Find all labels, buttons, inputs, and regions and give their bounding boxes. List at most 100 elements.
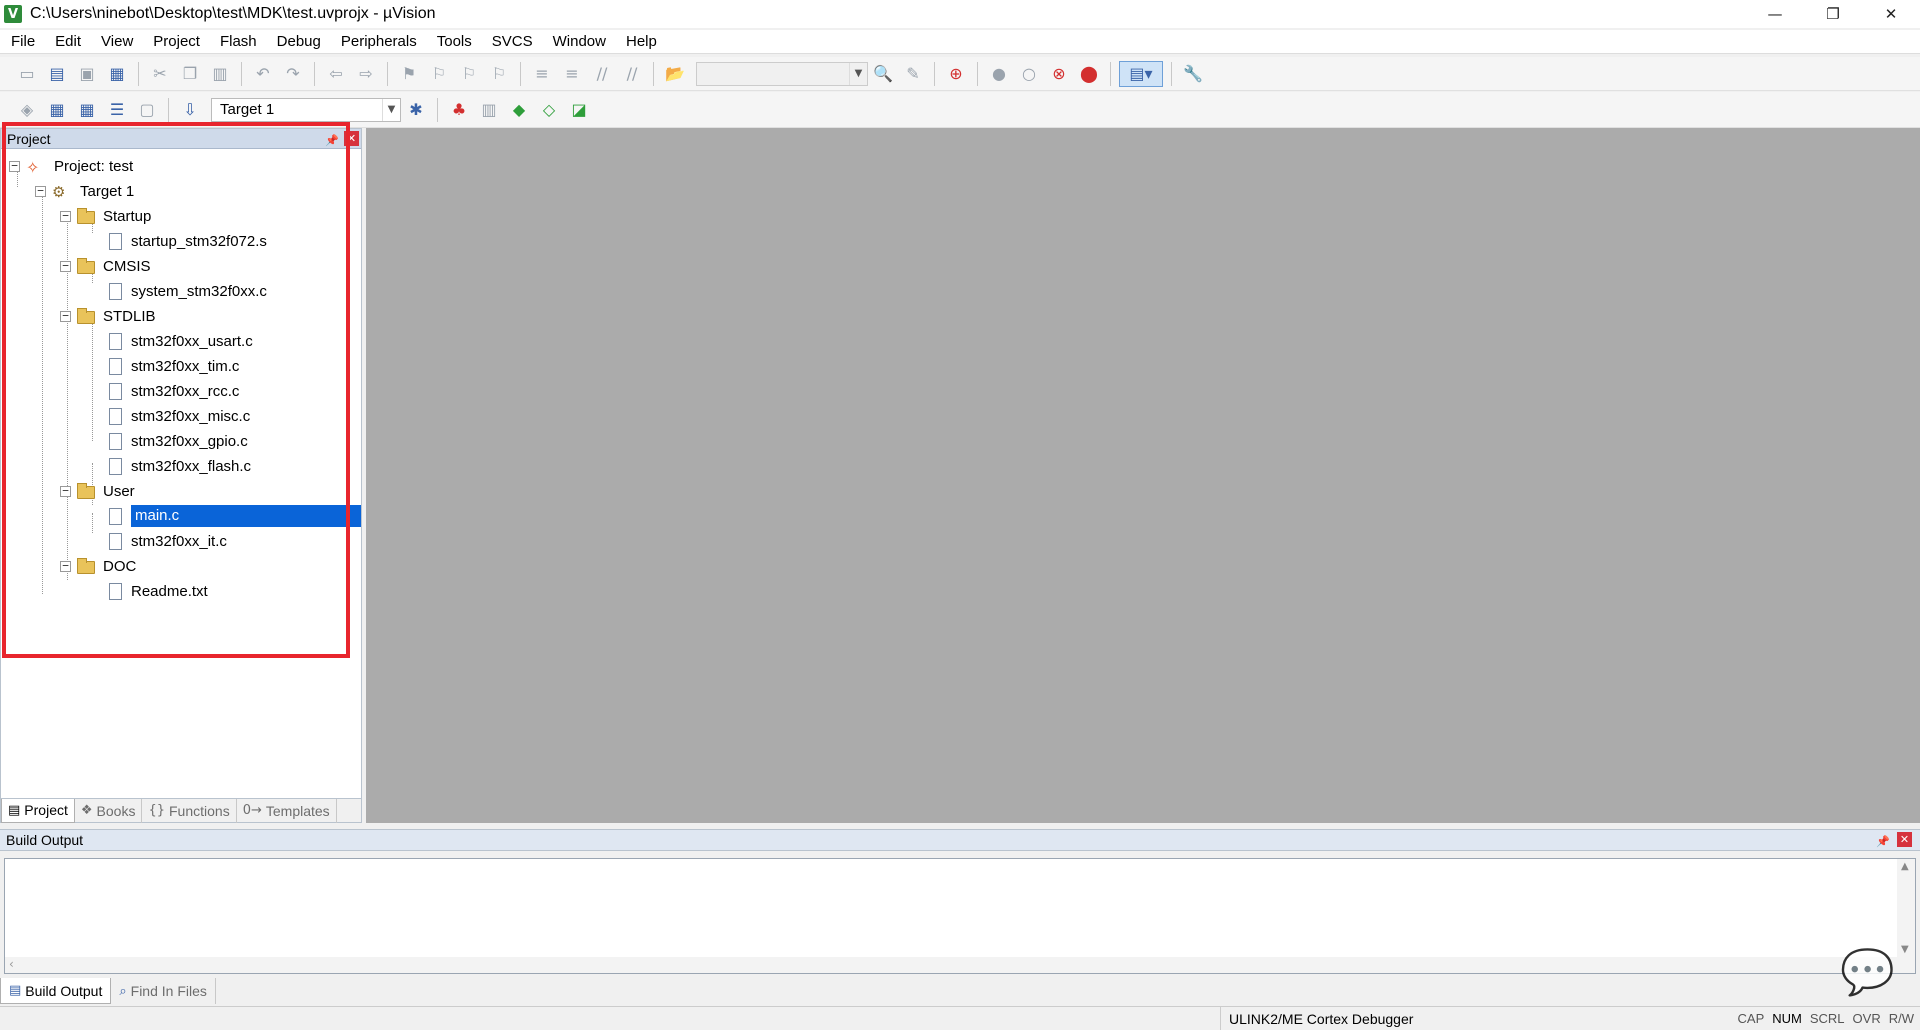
- new-file-icon[interactable]: ▭: [14, 61, 40, 87]
- unindent-icon[interactable]: ≡: [559, 61, 585, 87]
- collapse-icon[interactable]: −: [60, 560, 71, 572]
- find-in-files-icon[interactable]: 📂: [662, 61, 688, 87]
- menu-tools[interactable]: Tools: [426, 30, 481, 54]
- debug-session-icon[interactable]: ⊕: [943, 61, 969, 87]
- find-icon[interactable]: 🔍: [870, 61, 896, 87]
- batch-build-icon[interactable]: ☰: [104, 97, 130, 123]
- chevron-down-icon[interactable]: ▼: [849, 62, 867, 85]
- menu-view[interactable]: View: [90, 30, 142, 54]
- indent-icon[interactable]: ≡: [529, 61, 555, 87]
- uvision-app-icon[interactable]: V: [4, 5, 22, 23]
- tree-group-startup[interactable]: − Startup: [60, 205, 151, 227]
- collapse-icon[interactable]: −: [60, 310, 71, 322]
- kill-breakpoints-icon[interactable]: ⬤: [1076, 61, 1102, 87]
- tree-file[interactable]: Readme.txt: [109, 580, 208, 602]
- tab-project[interactable]: ▤ Project: [1, 798, 75, 823]
- tree-project-root[interactable]: − ✧ Project: test: [9, 155, 133, 177]
- manage-project-items-icon[interactable]: ♣: [446, 97, 472, 123]
- copy-icon[interactable]: ❐: [177, 61, 203, 87]
- paste-icon[interactable]: ▥: [207, 61, 233, 87]
- tab-templates[interactable]: 0→ Templates: [237, 798, 337, 823]
- editor-area[interactable]: [366, 128, 1920, 823]
- select-software-packs-icon[interactable]: ◇: [536, 97, 562, 123]
- target-options-icon[interactable]: ✱: [403, 97, 429, 123]
- close-icon[interactable]: ✕: [1897, 832, 1912, 847]
- window-layout-icon[interactable]: ▤▾: [1119, 60, 1163, 87]
- tree-target[interactable]: − ⚙ Target 1: [35, 180, 134, 202]
- save-all-icon[interactable]: ▦: [104, 61, 130, 87]
- tree-group-stdlib[interactable]: − STDLIB: [60, 305, 156, 327]
- build-icon[interactable]: ▦: [44, 97, 70, 123]
- manage-multi-project-icon[interactable]: ▥: [476, 97, 502, 123]
- tree-file-selected[interactable]: main.c: [109, 505, 361, 527]
- menu-svcs[interactable]: SVCS: [481, 30, 542, 54]
- close-icon[interactable]: ✕: [344, 131, 359, 146]
- tree-file[interactable]: stm32f0xx_tim.c: [109, 355, 239, 377]
- next-bookmark-icon[interactable]: ⚐: [456, 61, 482, 87]
- tab-books[interactable]: ❖ Books: [75, 798, 143, 823]
- rebuild-icon[interactable]: ▦: [74, 97, 100, 123]
- tree-group-user[interactable]: − User: [60, 480, 135, 502]
- redo-icon[interactable]: ↷: [280, 61, 306, 87]
- navigate-forward-icon[interactable]: ⇨: [353, 61, 379, 87]
- incremental-find-icon[interactable]: ✎: [900, 61, 926, 87]
- tree-file[interactable]: startup_stm32f072.s: [109, 230, 267, 252]
- collapse-icon[interactable]: −: [35, 185, 46, 197]
- stop-build-icon[interactable]: ▢: [134, 97, 160, 123]
- clear-bookmarks-icon[interactable]: ⚐: [486, 61, 512, 87]
- manage-run-time-environment-icon[interactable]: ◆: [506, 97, 532, 123]
- cut-icon[interactable]: ✂: [147, 61, 173, 87]
- tree-file[interactable]: stm32f0xx_it.c: [109, 530, 227, 552]
- collapse-icon[interactable]: −: [60, 260, 71, 272]
- translate-icon[interactable]: ◈: [14, 97, 40, 123]
- close-button[interactable]: ✕: [1862, 0, 1920, 28]
- pack-installer-icon[interactable]: ◪: [566, 97, 592, 123]
- target-select[interactable]: Target 1 ▼: [211, 97, 401, 122]
- menu-window[interactable]: Window: [542, 30, 615, 54]
- scroll-left-icon[interactable]: ‹: [9, 957, 14, 971]
- menu-debug[interactable]: Debug: [266, 30, 330, 54]
- tree-file[interactable]: system_stm32f0xx.c: [109, 280, 267, 302]
- open-file-icon[interactable]: ▤: [44, 61, 70, 87]
- build-output-area[interactable]: ▲ ▼ ‹: [4, 858, 1916, 974]
- scroll-up-icon[interactable]: ▲: [1901, 861, 1909, 872]
- comment-icon[interactable]: //: [589, 61, 615, 87]
- horizontal-scrollbar[interactable]: ‹: [5, 957, 1915, 973]
- enable-breakpoint-icon[interactable]: ○: [1016, 61, 1042, 87]
- menu-flash[interactable]: Flash: [209, 30, 266, 54]
- save-icon[interactable]: ▣: [74, 61, 100, 87]
- menu-edit[interactable]: Edit: [44, 30, 90, 54]
- pin-icon[interactable]: 📌: [325, 131, 339, 151]
- menu-peripherals[interactable]: Peripherals: [330, 30, 426, 54]
- tree-group-doc[interactable]: − DOC: [60, 555, 136, 577]
- tree-file[interactable]: stm32f0xx_usart.c: [109, 330, 253, 352]
- tree-group-cmsis[interactable]: − CMSIS: [60, 255, 151, 277]
- bookmark-icon[interactable]: ⚑: [396, 61, 422, 87]
- chevron-down-icon[interactable]: ▼: [382, 98, 400, 121]
- collapse-icon[interactable]: −: [60, 485, 71, 497]
- menu-project[interactable]: Project: [142, 30, 209, 54]
- tab-build-output[interactable]: ▤ Build Output: [0, 978, 112, 1004]
- collapse-icon[interactable]: −: [9, 160, 20, 172]
- menu-help[interactable]: Help: [615, 30, 666, 54]
- disable-breakpoints-icon[interactable]: ⊗: [1046, 61, 1072, 87]
- tree-file[interactable]: stm32f0xx_rcc.c: [109, 380, 239, 402]
- insert-breakpoint-icon[interactable]: ●: [986, 61, 1012, 87]
- collapse-icon[interactable]: −: [60, 210, 71, 222]
- minimize-button[interactable]: —: [1746, 0, 1804, 28]
- navigate-back-icon[interactable]: ⇦: [323, 61, 349, 87]
- tab-functions[interactable]: {} Functions: [142, 798, 237, 823]
- tree-file[interactable]: stm32f0xx_misc.c: [109, 405, 250, 427]
- undo-icon[interactable]: ↶: [250, 61, 276, 87]
- tree-file[interactable]: stm32f0xx_gpio.c: [109, 430, 248, 452]
- pin-icon[interactable]: 📌: [1876, 832, 1890, 852]
- tab-find-in-files[interactable]: ⌕ Find In Files: [111, 978, 216, 1004]
- restore-button[interactable]: ❐: [1804, 0, 1862, 28]
- prev-bookmark-icon[interactable]: ⚐: [426, 61, 452, 87]
- configure-icon[interactable]: 🔧: [1180, 61, 1206, 87]
- load-download-icon[interactable]: ⇩: [177, 97, 203, 123]
- find-combo[interactable]: ▼: [696, 61, 868, 86]
- tree-file[interactable]: stm32f0xx_flash.c: [109, 455, 251, 477]
- uncomment-icon[interactable]: //: [619, 61, 645, 87]
- menu-file[interactable]: File: [0, 30, 44, 54]
